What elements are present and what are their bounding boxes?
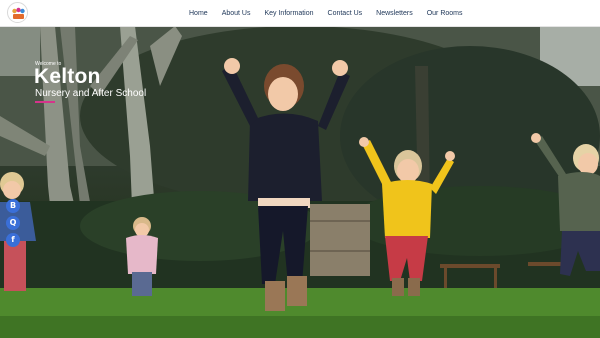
school-logo-icon[interactable]: [7, 2, 28, 23]
nav-contact-us[interactable]: Contact Us: [328, 10, 363, 17]
search-icon[interactable]: Q: [6, 216, 20, 230]
title-accent-line: [35, 101, 55, 103]
nav-key-information[interactable]: Key Information: [264, 10, 313, 17]
nav-newsletters[interactable]: Newsletters: [376, 10, 413, 17]
hero-banner: Welcome to Kelton Nursery and After Scho…: [0, 26, 600, 338]
nav-about-us[interactable]: About Us: [222, 10, 251, 17]
social-links: B Q f: [6, 199, 20, 250]
nav-our-rooms[interactable]: Our Rooms: [427, 10, 463, 17]
facebook-icon[interactable]: f: [6, 233, 20, 247]
page-subtitle: Nursery and After School: [35, 88, 147, 99]
page-title: Kelton: [34, 65, 101, 88]
nav-home[interactable]: Home: [189, 10, 208, 17]
blog-icon[interactable]: B: [6, 199, 20, 213]
top-navigation-bar: Home About Us Key Information Contact Us…: [0, 0, 600, 27]
main-menu: Home About Us Key Information Contact Us…: [189, 0, 477, 26]
